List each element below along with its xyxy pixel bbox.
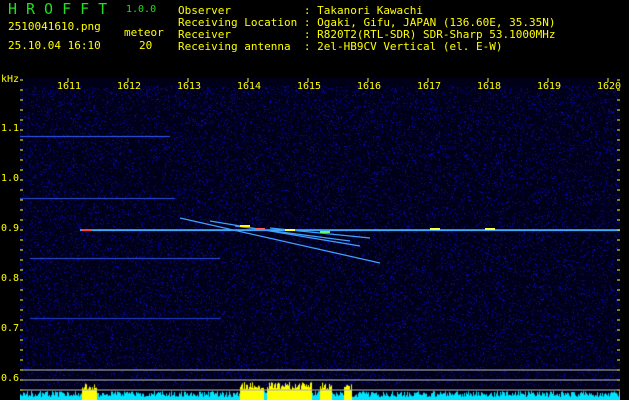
x-tick-label: 1619 (537, 81, 562, 92)
meteor-label: meteor (124, 26, 164, 39)
spectrogram-overlay (20, 78, 620, 391)
x-tick-label: 1616 (357, 81, 382, 92)
meteor-echo (430, 228, 440, 230)
y-unit-label: kHz (1, 74, 20, 85)
datetime: 25.10.04 16:10 (8, 39, 101, 52)
spectrogram (20, 78, 620, 400)
meteor-trail (209, 220, 361, 247)
meteor-trail (234, 225, 351, 242)
meteor-echo (320, 231, 330, 233)
x-tick-label: 1611 (57, 81, 82, 92)
app-title: HROFFT (8, 0, 117, 18)
y-tick-label: 1.0 (1, 173, 20, 184)
y-tick-label: 0.8 (1, 273, 20, 284)
info-antenna: Receiving antenna : 2el-HB9CV Vertical (… (178, 40, 503, 53)
x-tick-label: 1615 (297, 81, 322, 92)
y-tick-label: 0.6 (1, 373, 20, 384)
meteor-echo (255, 228, 265, 230)
filename: 2510041610.png (8, 20, 101, 33)
meteor-count: 20 (139, 39, 153, 52)
y-tick-label: 0.9 (1, 223, 20, 234)
x-tick-label: 1618 (477, 81, 502, 92)
x-tick-label: 1613 (177, 81, 202, 92)
x-tick-label: 1612 (117, 81, 142, 92)
meteor-echo (82, 229, 92, 231)
meteor-echo (240, 225, 250, 227)
x-tick-label: 1614 (237, 81, 262, 92)
x-tick-label: 1620 (597, 81, 622, 92)
y-tick-label: 0.7 (1, 323, 20, 334)
y-tick-label: 1.1 (1, 123, 20, 134)
meteor-echo (285, 229, 295, 231)
app-version: 1.0.0 (126, 4, 157, 15)
x-tick-label: 1617 (417, 81, 442, 92)
meteor-echo (485, 228, 495, 230)
